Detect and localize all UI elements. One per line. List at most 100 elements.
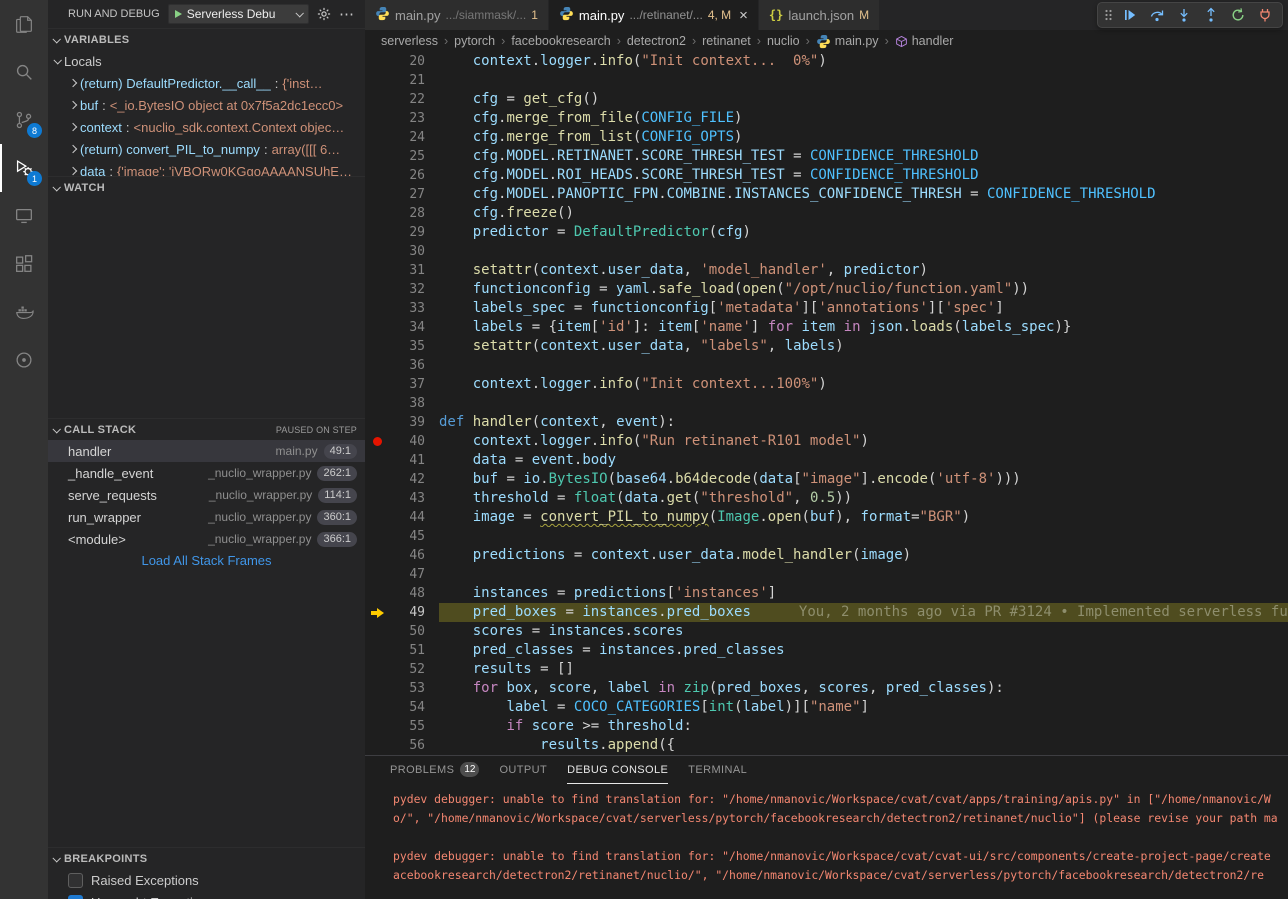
stack-frame[interactable]: _handle_event_nuclio_wrapper.py262:1 bbox=[48, 462, 365, 484]
code-editor[interactable]: 20 context.logger.info("Init context... … bbox=[365, 52, 1288, 755]
more-actions-icon[interactable]: ⋯ bbox=[339, 5, 355, 23]
gutter[interactable] bbox=[365, 508, 389, 527]
gutter[interactable] bbox=[365, 280, 389, 299]
gutter[interactable] bbox=[365, 185, 389, 204]
stack-frame[interactable]: run_wrapper_nuclio_wrapper.py360:1 bbox=[48, 506, 365, 528]
panel-tab-debug-console[interactable]: DEBUG CONSOLE bbox=[567, 757, 668, 784]
panel-tab-problems[interactable]: PROBLEMS12 bbox=[390, 757, 479, 784]
gutter[interactable] bbox=[365, 736, 389, 755]
gutter[interactable] bbox=[365, 223, 389, 242]
watch-section-header[interactable]: WATCH bbox=[48, 176, 365, 198]
breadcrumb-label: nuclio bbox=[767, 34, 800, 48]
breakpoints-section-header[interactable]: BREAKPOINTS bbox=[48, 847, 365, 869]
gutter[interactable] bbox=[365, 261, 389, 280]
gutter[interactable] bbox=[365, 337, 389, 356]
code-text bbox=[439, 356, 1288, 375]
breadcrumb-item-handler[interactable]: handler bbox=[895, 34, 954, 48]
continue-button[interactable] bbox=[1118, 3, 1142, 27]
gutter[interactable] bbox=[365, 52, 389, 71]
variable-row[interactable]: (return) convert_PIL_to_numpy:array([[[ … bbox=[48, 138, 365, 160]
variables-section-header[interactable]: VARIABLES bbox=[48, 28, 365, 50]
code-line-25: 25 cfg.MODEL.RETINANET.SCORE_THRESH_TEST… bbox=[365, 147, 1288, 166]
activity-item-extensions[interactable] bbox=[0, 240, 48, 288]
gutter[interactable] bbox=[365, 318, 389, 337]
activity-item-source-control[interactable]: 8 bbox=[0, 96, 48, 144]
gutter[interactable] bbox=[365, 204, 389, 223]
panel-tab-output[interactable]: OUTPUT bbox=[499, 757, 547, 784]
launch-config-dropdown[interactable]: Serverless Debu bbox=[168, 4, 309, 24]
restart-button[interactable] bbox=[1226, 3, 1250, 27]
step-over-button[interactable] bbox=[1145, 3, 1169, 27]
editor-tab-2-main.py[interactable]: main.py.../retinanet/...4, M× bbox=[549, 0, 759, 30]
gutter[interactable] bbox=[365, 584, 389, 603]
breadcrumb-item-facebookresearch[interactable]: facebookresearch bbox=[511, 34, 610, 48]
gutter[interactable] bbox=[365, 394, 389, 413]
gutter[interactable] bbox=[365, 166, 389, 185]
checkbox[interactable]: ✓ bbox=[68, 895, 83, 899]
code-line-52: 52 results = [] bbox=[365, 660, 1288, 679]
gutter[interactable] bbox=[365, 698, 389, 717]
chevron-right-icon bbox=[69, 167, 77, 175]
stack-frame[interactable]: <module>_nuclio_wrapper.py366:1 bbox=[48, 528, 365, 550]
activity-item-search[interactable] bbox=[0, 48, 48, 96]
gutter[interactable] bbox=[365, 128, 389, 147]
gutter[interactable] bbox=[365, 90, 389, 109]
breadcrumb-item-detectron2[interactable]: detectron2 bbox=[627, 34, 686, 48]
gutter[interactable] bbox=[365, 565, 389, 584]
gutter[interactable] bbox=[365, 470, 389, 489]
breadcrumb-item-serverless[interactable]: serverless bbox=[381, 34, 438, 48]
gutter[interactable] bbox=[365, 242, 389, 261]
breadcrumb-item-pytorch[interactable]: pytorch bbox=[454, 34, 495, 48]
line-number: 53 bbox=[389, 679, 425, 698]
gutter[interactable] bbox=[365, 147, 389, 166]
variable-row[interactable]: buf:<_io.BytesIO object at 0x7f5a2dc1ecc… bbox=[48, 94, 365, 116]
gutter[interactable] bbox=[365, 527, 389, 546]
gutter[interactable] bbox=[365, 660, 389, 679]
gutter[interactable] bbox=[365, 679, 389, 698]
gear-icon[interactable] bbox=[317, 7, 331, 21]
variable-row[interactable]: context:<nuclio_sdk.context.Context obje… bbox=[48, 116, 365, 138]
scope-locals[interactable]: Locals bbox=[48, 50, 365, 72]
stack-frame[interactable]: serve_requests_nuclio_wrapper.py114:1 bbox=[48, 484, 365, 506]
breakpoint-row[interactable]: ✓Uncaught Exceptions bbox=[48, 891, 365, 899]
gutter[interactable] bbox=[365, 375, 389, 394]
breakpoint-row[interactable]: Raised Exceptions bbox=[48, 869, 365, 891]
breakpoint-icon[interactable] bbox=[365, 432, 389, 451]
gutter[interactable] bbox=[365, 622, 389, 641]
editor-tab-1-main.py[interactable]: main.py.../siammask/...1 bbox=[365, 0, 549, 30]
debug-current-line-arrow-icon[interactable] bbox=[365, 603, 389, 622]
gutter[interactable] bbox=[365, 109, 389, 128]
gutter[interactable] bbox=[365, 489, 389, 508]
start-debug-icon[interactable] bbox=[175, 10, 182, 18]
close-icon[interactable]: × bbox=[739, 7, 748, 24]
activity-item-explorer[interactable] bbox=[0, 0, 48, 48]
load-all-stack-frames-link[interactable]: Load All Stack Frames bbox=[48, 550, 365, 572]
breadcrumb-item-retinanet[interactable]: retinanet bbox=[702, 34, 751, 48]
variable-row[interactable]: data:{'image': 'iVBORw0KGgoAAAANSUhE… bbox=[48, 160, 365, 176]
activity-item-circle-extension[interactable] bbox=[0, 336, 48, 384]
gutter[interactable] bbox=[365, 413, 389, 432]
activity-item-run-and-debug[interactable]: 1 bbox=[0, 144, 48, 192]
stack-frame[interactable]: handlermain.py49:1 bbox=[48, 440, 365, 462]
checkbox[interactable] bbox=[68, 873, 83, 888]
toolbar-grip-icon[interactable] bbox=[1103, 7, 1114, 23]
step-out-button[interactable] bbox=[1199, 3, 1223, 27]
call-stack-section-header[interactable]: CALL STACK PAUSED ON STEP bbox=[48, 418, 365, 440]
gutter[interactable] bbox=[365, 717, 389, 736]
breadcrumb-label: serverless bbox=[381, 34, 438, 48]
gutter[interactable] bbox=[365, 451, 389, 470]
editor-tab-3-launch.json[interactable]: {}launch.jsonM bbox=[759, 0, 880, 30]
breadcrumb-item-nuclio[interactable]: nuclio bbox=[767, 34, 800, 48]
disconnect-button[interactable] bbox=[1253, 3, 1277, 27]
variable-row[interactable]: (return) DefaultPredictor.__call__:{'ins… bbox=[48, 72, 365, 94]
gutter[interactable] bbox=[365, 356, 389, 375]
activity-item-docker[interactable] bbox=[0, 288, 48, 336]
gutter[interactable] bbox=[365, 299, 389, 318]
gutter[interactable] bbox=[365, 71, 389, 90]
gutter[interactable] bbox=[365, 641, 389, 660]
breadcrumb-item-main.py[interactable]: main.py bbox=[816, 34, 879, 49]
gutter[interactable] bbox=[365, 546, 389, 565]
panel-tab-terminal[interactable]: TERMINAL bbox=[688, 757, 747, 784]
step-into-button[interactable] bbox=[1172, 3, 1196, 27]
activity-item-remote-explorer[interactable] bbox=[0, 192, 48, 240]
